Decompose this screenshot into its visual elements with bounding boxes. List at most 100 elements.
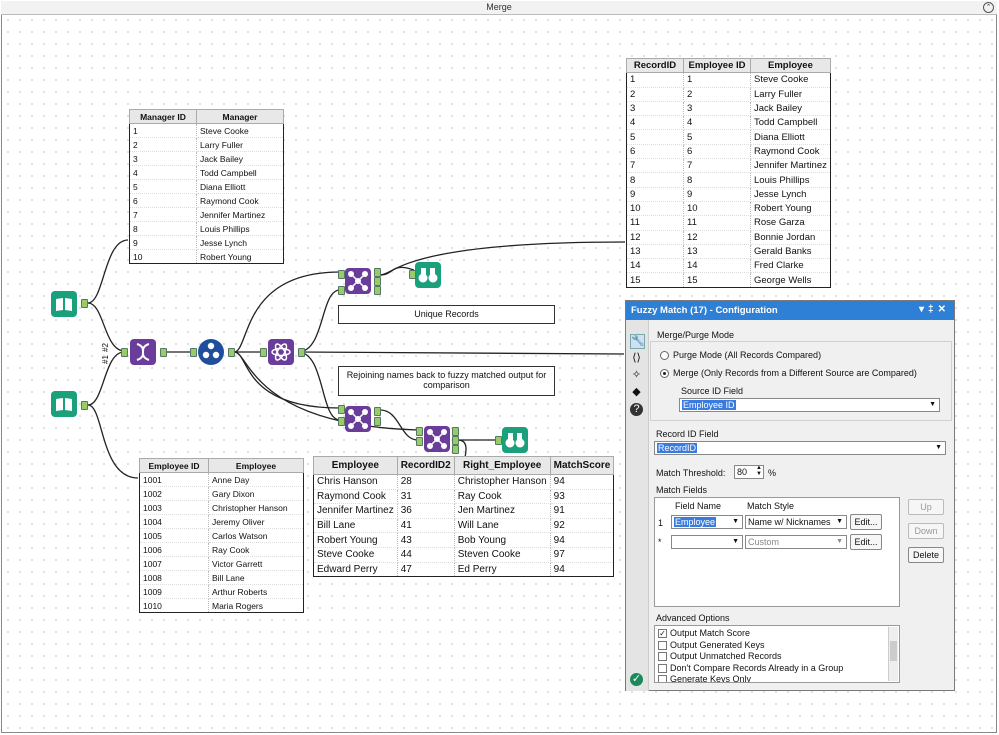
output-anchor[interactable] bbox=[228, 348, 235, 357]
output-anchor[interactable] bbox=[160, 348, 167, 357]
advanced-option-checkbox[interactable]: ✓ bbox=[658, 629, 667, 638]
advanced-option-checkbox[interactable] bbox=[658, 652, 667, 661]
table-cell: 8 bbox=[683, 172, 751, 188]
table-header: Employee ID bbox=[683, 57, 751, 74]
rejoin-note[interactable]: Rejoining names back to fuzzy matched ou… bbox=[338, 366, 555, 396]
advanced-option-checkbox[interactable] bbox=[658, 663, 667, 673]
input-anchor[interactable] bbox=[338, 270, 345, 279]
output-anchor[interactable] bbox=[452, 427, 459, 436]
wrench-icon[interactable]: 🔧 bbox=[630, 334, 645, 349]
compass-icon[interactable]: ✧ bbox=[630, 369, 643, 382]
input-anchor[interactable] bbox=[409, 270, 416, 279]
output-anchor[interactable] bbox=[374, 268, 381, 277]
table-cell: Louis Phillips bbox=[750, 172, 831, 188]
table-cell: 9 bbox=[129, 235, 197, 250]
match-style-dropdown[interactable]: Name w/ Nicknames ▼ bbox=[745, 515, 847, 529]
table-row: 4 Todd Campbell bbox=[129, 165, 284, 180]
output-anchor[interactable] bbox=[452, 436, 459, 445]
edit-button-new[interactable]: Edit... bbox=[850, 534, 882, 550]
employee-table: Employee ID Employee 1001 Anne Day 1002 Gar… bbox=[139, 458, 304, 613]
scrollbar[interactable] bbox=[888, 627, 898, 681]
output-anchor[interactable] bbox=[374, 407, 381, 416]
table-cell: 10 bbox=[129, 249, 197, 264]
output-anchor[interactable] bbox=[81, 299, 88, 308]
code-icon[interactable]: ⟨⟩ bbox=[630, 352, 643, 365]
union-label-a: #2 bbox=[100, 343, 110, 352]
table-row: Edward Perry 47 Ed Perry 94 bbox=[313, 562, 615, 578]
table-cell: 93 bbox=[550, 489, 615, 505]
table-row: 1007 Victor Garrett bbox=[139, 556, 304, 571]
atom-fuzzy-match-icon[interactable] bbox=[268, 339, 294, 365]
merge-mode-radio[interactable] bbox=[660, 369, 669, 378]
match-style-dropdown-new[interactable]: Custom ▼ bbox=[745, 535, 847, 549]
unique-records-note[interactable]: Unique Records bbox=[338, 305, 555, 324]
input-anchor[interactable] bbox=[121, 348, 128, 357]
input-anchor[interactable] bbox=[190, 348, 197, 357]
pin-icon[interactable]: ‡ bbox=[928, 304, 938, 315]
advanced-option-checkbox[interactable] bbox=[658, 675, 667, 682]
input-anchor[interactable] bbox=[416, 437, 423, 446]
table-cell: Jack Bailey bbox=[196, 151, 284, 166]
match-fields-label: Match Fields bbox=[656, 485, 708, 495]
stepper-arrows-icon[interactable]: ▲ ▼ bbox=[756, 465, 762, 477]
workflow-canvas[interactable]: Merge ⌃ #2 #1 Unique Records Rejoining n… bbox=[0, 0, 999, 735]
chevron-down-icon: ▼ bbox=[929, 401, 936, 408]
output-anchor[interactable] bbox=[81, 401, 88, 410]
book-input-icon[interactable] bbox=[51, 291, 77, 317]
close-icon[interactable]: ✕ bbox=[938, 304, 950, 315]
match-threshold-value: 80 bbox=[737, 467, 748, 477]
advanced-options-list[interactable]: ✓ Output Match Score Output Generated Keys… bbox=[654, 625, 900, 683]
config-sidebar: 🔧 ⟨⟩ ✧ ◆ ? ✓ bbox=[626, 320, 649, 691]
binoculars-browse-icon[interactable] bbox=[415, 262, 441, 288]
scrollbar-thumb[interactable] bbox=[890, 641, 897, 661]
output-anchor[interactable] bbox=[452, 445, 459, 454]
dropdown-icon[interactable]: ▾ bbox=[919, 304, 928, 315]
input-anchor[interactable] bbox=[338, 405, 345, 414]
up-button[interactable]: Up bbox=[908, 499, 944, 515]
output-anchor[interactable] bbox=[374, 286, 381, 295]
output-anchor[interactable] bbox=[298, 348, 305, 357]
down-button[interactable]: Down bbox=[908, 523, 944, 539]
book-input-icon[interactable] bbox=[51, 391, 77, 417]
table-row: 7 Jennifer Martinez bbox=[129, 207, 284, 222]
table-cell: 31 bbox=[397, 489, 455, 505]
join-icon[interactable] bbox=[345, 268, 371, 294]
advanced-option-checkbox[interactable] bbox=[658, 640, 667, 650]
input-anchor[interactable] bbox=[338, 286, 345, 295]
table-cell: 94 bbox=[550, 562, 615, 578]
wire-fuzzy-config bbox=[297, 351, 625, 355]
edit-button[interactable]: Edit... bbox=[850, 514, 882, 530]
input-anchor[interactable] bbox=[495, 436, 502, 445]
help-icon[interactable]: ? bbox=[630, 403, 643, 416]
binoculars-browse-icon[interactable] bbox=[502, 427, 528, 453]
match-threshold-stepper[interactable]: 80 ▲ ▼ bbox=[734, 465, 764, 479]
input-anchor[interactable] bbox=[260, 348, 267, 357]
table-row: 5 Diana Elliott bbox=[129, 179, 284, 194]
numbered-circle-icon[interactable] bbox=[198, 339, 224, 365]
input-anchor[interactable] bbox=[338, 417, 345, 426]
source-id-dropdown[interactable]: Employee ID ▼ bbox=[679, 398, 940, 412]
table-cell: 3 bbox=[683, 101, 751, 117]
checkmark-icon[interactable]: ✓ bbox=[630, 673, 643, 686]
field-name-dropdown[interactable]: Employee ▼ bbox=[671, 515, 743, 529]
field-name-dropdown-new[interactable]: ▼ bbox=[671, 535, 743, 549]
tag-icon[interactable]: ◆ bbox=[630, 386, 643, 399]
output-anchor[interactable] bbox=[374, 417, 381, 426]
table-cell: 11 bbox=[683, 215, 751, 231]
table-row: 1003 Christopher Hanson bbox=[139, 500, 304, 515]
table-row: 9 Jesse Lynch bbox=[129, 235, 284, 250]
join-icon[interactable] bbox=[345, 406, 371, 432]
output-anchor[interactable] bbox=[374, 277, 381, 286]
dna-record-id-icon[interactable] bbox=[130, 339, 156, 365]
record-id-dropdown[interactable]: RecordID ▼ bbox=[654, 441, 946, 455]
table-cell: 7 bbox=[626, 158, 684, 174]
join-icon[interactable] bbox=[424, 426, 450, 452]
table-cell: 4 bbox=[626, 115, 684, 131]
record-id-label: Record ID Field bbox=[656, 429, 719, 439]
input-anchor[interactable] bbox=[416, 427, 423, 436]
table-cell: 12 bbox=[626, 230, 684, 245]
delete-button[interactable]: Delete bbox=[908, 547, 944, 563]
purge-mode-radio[interactable] bbox=[660, 351, 669, 360]
table-cell: 1002 bbox=[139, 486, 209, 501]
table-header: Employee ID bbox=[139, 458, 209, 473]
